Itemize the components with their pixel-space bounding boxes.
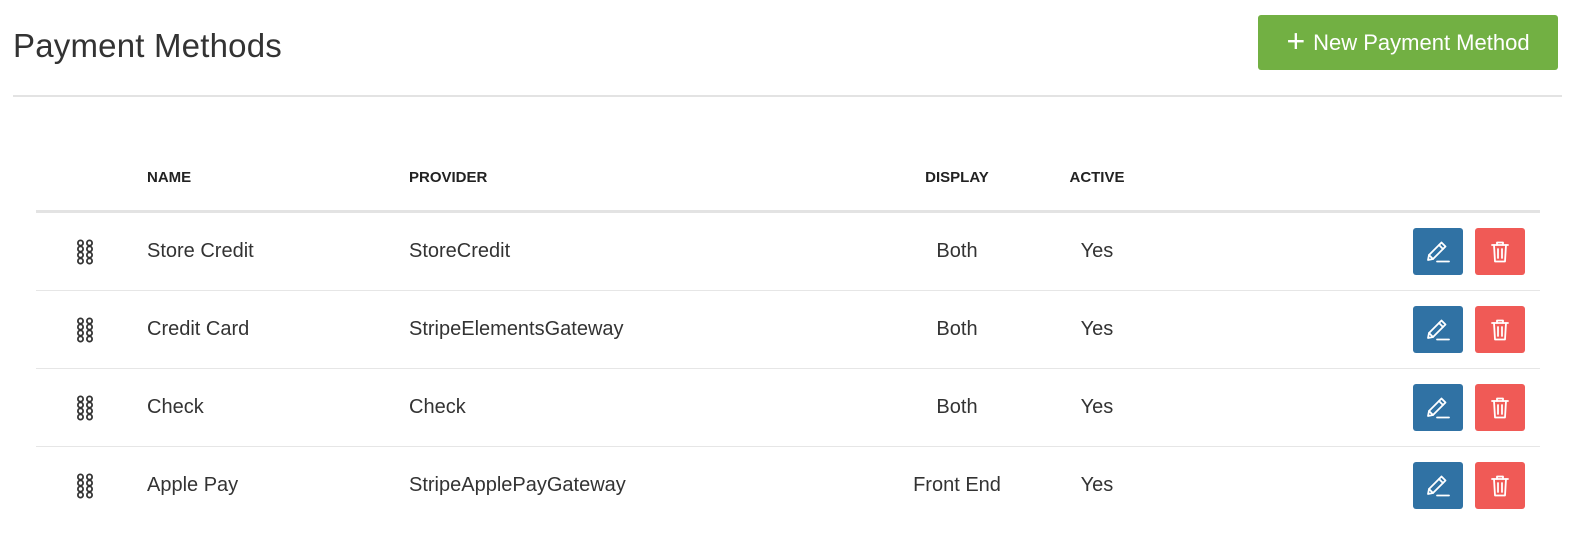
edit-button[interactable] (1413, 306, 1463, 353)
pencil-icon (1427, 241, 1450, 262)
cell-active: Yes (1032, 290, 1162, 369)
page-header: Payment Methods + New Payment Method (13, 0, 1562, 97)
cell-display: Both (882, 211, 1032, 291)
column-header-actions (1162, 145, 1540, 213)
table-header-row: NAME PROVIDER DISPLAY ACTIVE (36, 145, 1540, 213)
edit-button[interactable] (1413, 384, 1463, 431)
trash-icon (1491, 397, 1509, 418)
cell-provider: StripeElementsGateway (409, 290, 882, 369)
cell-actions (1162, 211, 1540, 291)
drag-handle-icon[interactable] (76, 317, 94, 343)
cell-display: Front End (913, 474, 1001, 496)
table-row: Apple Pay StripeApplePayGateway Front En… (36, 447, 1540, 525)
column-header-drag (36, 145, 147, 213)
delete-button[interactable] (1475, 228, 1525, 275)
trash-icon (1491, 241, 1509, 262)
pencil-icon (1427, 397, 1450, 418)
row-actions (1162, 462, 1540, 509)
cell-display: Both (882, 290, 1032, 369)
delete-button[interactable] (1475, 306, 1525, 353)
row-actions (1162, 306, 1540, 353)
cell-active: Yes (1032, 368, 1162, 447)
table-body: Store Credit StoreCredit Both Yes Credit… (36, 211, 1540, 525)
trash-icon (1491, 475, 1509, 496)
table-header: NAME PROVIDER DISPLAY ACTIVE (36, 145, 1540, 213)
plus-icon: + (1286, 23, 1306, 59)
cell-actions (1162, 447, 1540, 525)
pencil-icon (1427, 319, 1450, 340)
payment-methods-table: NAME PROVIDER DISPLAY ACTIVE Store Credi… (36, 145, 1540, 524)
cell-actions (1162, 290, 1540, 369)
drag-handle-icon[interactable] (76, 239, 94, 265)
cell-actions (1162, 368, 1540, 447)
cell-active: Yes (1032, 211, 1162, 291)
payment-methods-table-container: NAME PROVIDER DISPLAY ACTIVE Store Credi… (36, 145, 1540, 524)
row-actions (1162, 228, 1540, 275)
column-header-provider[interactable]: PROVIDER (409, 145, 882, 213)
page-title: Payment Methods (13, 27, 282, 64)
cell-name: Store Credit (147, 211, 409, 291)
trash-icon (1491, 319, 1509, 340)
cell-name: Apple Pay (147, 474, 239, 496)
cell-display: Both (882, 368, 1032, 447)
cell-name: Credit Card (147, 290, 409, 369)
cell-provider: StoreCredit (409, 211, 882, 291)
cell-name: Check (147, 368, 409, 447)
new-payment-method-label: New Payment Method (1313, 29, 1530, 55)
table-row: Check Check Both Yes (36, 368, 1540, 447)
cell-provider: Check (409, 368, 882, 447)
drag-handle-icon[interactable] (76, 395, 94, 421)
cell-active: Yes (1080, 474, 1114, 496)
edit-button[interactable] (1413, 462, 1463, 509)
table-row: Credit Card StripeElementsGateway Both Y… (36, 290, 1540, 369)
cell-provider: StripeApplePayGateway (409, 474, 626, 496)
drag-handle-icon[interactable] (76, 473, 94, 499)
column-header-active[interactable]: ACTIVE (1032, 145, 1162, 213)
column-header-display[interactable]: DISPLAY (882, 145, 1032, 213)
new-payment-method-button[interactable]: + New Payment Method (1258, 15, 1558, 70)
table-row: Store Credit StoreCredit Both Yes (36, 211, 1540, 291)
row-actions (1162, 384, 1540, 431)
pencil-icon (1427, 475, 1450, 496)
edit-button[interactable] (1413, 228, 1463, 275)
delete-button[interactable] (1475, 462, 1525, 509)
column-header-name[interactable]: NAME (147, 145, 409, 213)
delete-button[interactable] (1475, 384, 1525, 431)
